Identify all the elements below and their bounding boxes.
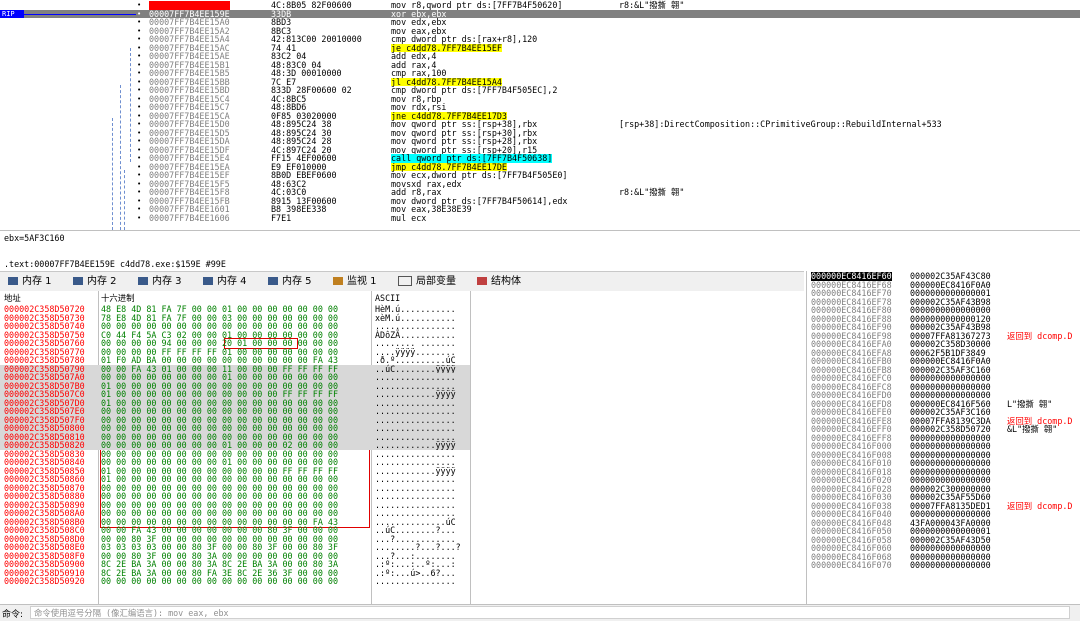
- info-register-line: ebx=5AF3C160: [4, 233, 65, 243]
- locals-icon: [398, 276, 412, 286]
- tab-4[interactable]: 内存 4: [203, 274, 247, 290]
- breakpoint-dot-icon[interactable]: •: [137, 197, 141, 206]
- struct-icon: [477, 277, 487, 285]
- tab-1[interactable]: 内存 1: [8, 274, 52, 290]
- breakpoint-dot-icon[interactable]: •: [137, 1, 141, 10]
- info-panel: ebx=5AF3C160 .text:00007FF7B4EE159E c4dd…: [0, 231, 1080, 271]
- breakpoint-dot-icon[interactable]: •: [137, 95, 141, 104]
- command-label: 命令:: [2, 610, 24, 620]
- tab-label: 内存 1: [22, 276, 52, 287]
- stack-comment: L"撥撕 翱": [1007, 398, 1053, 409]
- breakpoint-dot-icon[interactable]: •: [137, 214, 141, 223]
- tab-label: 内存 5: [282, 276, 312, 287]
- tab-label: 内存 3: [152, 276, 182, 287]
- rip-arrow: [24, 13, 136, 15]
- tab-label: 监视 1: [347, 276, 377, 287]
- disasm-comment: r8:&L"撥撕 翱": [619, 187, 685, 197]
- tab-label: 内存 4: [217, 276, 247, 287]
- tab-6[interactable]: 监视 1: [333, 274, 377, 290]
- breakpoint-dot-icon[interactable]: •: [137, 180, 141, 189]
- breakpoint-dot-icon[interactable]: •: [137, 103, 141, 112]
- breakpoint-dot-icon[interactable]: •: [137, 120, 141, 129]
- tab-5[interactable]: 内存 5: [268, 274, 312, 290]
- disasm-bytes: F7E1: [271, 212, 292, 223]
- jump-line: [120, 85, 122, 230]
- breakpoint-dot-icon[interactable]: •: [137, 188, 141, 197]
- disassembly-panel[interactable]: • 00007FF7B4EE1597 4C:8B05 82F00600 mov r8,…: [0, 0, 1080, 230]
- breakpoint-dot-icon[interactable]: •: [137, 129, 141, 138]
- tab-label: 局部变量: [416, 276, 456, 287]
- dump-address: 000002C358D50920: [4, 576, 85, 586]
- tab-8[interactable]: 结构体: [477, 274, 521, 290]
- stack-comment: 返回到 dcomp.D: [1007, 500, 1073, 511]
- breakpoint-dot-icon[interactable]: •: [137, 171, 141, 180]
- memory-icon: [268, 277, 278, 285]
- breakpoint-dot-icon[interactable]: •: [137, 35, 141, 44]
- jump-line: [112, 118, 114, 230]
- info-address-line: .text:00007FF7B4EE159E c4dd78.exe:$159E …: [4, 259, 226, 269]
- disasm-comment: [rsp+38]:DirectComposition::CPrimitiveGr…: [619, 119, 942, 129]
- memory-icon: [73, 277, 83, 285]
- command-bar: 命令: 命令使用逗号分隔 (像汇编语言): mov eax, ebx: [0, 604, 1080, 621]
- command-input[interactable]: 命令使用逗号分隔 (像汇编语言): mov eax, ebx: [30, 606, 1070, 619]
- watch-icon: [333, 277, 343, 285]
- breakpoint-dot-icon[interactable]: •: [137, 86, 141, 95]
- tab-2[interactable]: 内存 2: [73, 274, 117, 290]
- tab-label: 结构体: [491, 276, 521, 287]
- breakpoint-dot-icon[interactable]: •: [137, 205, 141, 214]
- dump-header-address: 地址: [4, 293, 21, 303]
- breakpoint-dot-icon[interactable]: •: [137, 146, 141, 155]
- breakpoint-dot-icon[interactable]: •: [137, 52, 141, 61]
- dump-header-ascii: ASCII: [375, 293, 401, 303]
- breakpoint-dot-icon[interactable]: •: [137, 44, 141, 53]
- breakpoint-dot-icon[interactable]: •: [137, 18, 141, 27]
- breakpoint-dot-icon[interactable]: •: [137, 78, 141, 87]
- breakpoint-dot-icon[interactable]: •: [137, 163, 141, 172]
- dump-tabs: 内存 1 内存 2 内存 3 内存 4 内存 5 监视 1 局部变量 结构体: [0, 271, 804, 293]
- stack-comment: &L"撥撕 翱": [1007, 424, 1058, 434]
- stack-address: 000000EC8416F070: [811, 560, 892, 570]
- memory-dump-panel[interactable]: 地址 十六进制 ASCII 000002C358D50720 48 E8 4D 8…: [0, 291, 804, 604]
- breakpoint-dot-icon[interactable]: •: [137, 10, 141, 19]
- breakpoint-dot-icon[interactable]: •: [137, 137, 141, 146]
- tab-7[interactable]: 局部变量: [398, 274, 456, 290]
- memory-icon: [8, 277, 18, 285]
- disasm-instruction: mul ecx: [391, 212, 427, 223]
- stack-value: 0000000000000000: [910, 560, 991, 570]
- disasm-row[interactable]: • 00007FF7B4EE1606 F7E1 mul ecx: [0, 212, 1080, 223]
- stack-row[interactable]: 000000EC8416F070 0000000000000000: [807, 561, 1080, 570]
- stack-panel[interactable]: 000000EC8416EF60 000002C35AF43C80 000000EC…: [806, 271, 1080, 604]
- memory-icon: [138, 277, 148, 285]
- column-divider: [470, 291, 471, 604]
- disasm-comment: r8:&L"撥撕 翱": [619, 0, 685, 10]
- dump-ascii: ................: [375, 576, 456, 586]
- breakpoint-dot-icon[interactable]: •: [137, 27, 141, 36]
- tab-3[interactable]: 内存 3: [138, 274, 182, 290]
- jump-line: [130, 48, 132, 162]
- breakpoint-dot-icon[interactable]: •: [137, 154, 141, 163]
- breakpoint-dot-icon[interactable]: •: [137, 69, 141, 78]
- rip-marker: RIP: [0, 10, 24, 18]
- jump-line: [124, 170, 126, 230]
- dump-row[interactable]: 000002C358D50920 00 00 00 00 00 00 00 00 …: [0, 577, 470, 586]
- dump-hex: 00 00 00 00 00 00 00 00 00 00 00 00 00 0…: [101, 576, 338, 586]
- disasm-address: 00007FF7B4EE1606: [149, 212, 230, 223]
- stack-comment: 返回到 dcomp.D: [1007, 330, 1073, 341]
- breakpoint-dot-icon[interactable]: •: [137, 61, 141, 70]
- breakpoint-dot-icon[interactable]: •: [137, 112, 141, 121]
- dump-header-hex: 十六进制: [101, 293, 135, 303]
- tab-label: 内存 2: [87, 276, 117, 287]
- memory-icon: [203, 277, 213, 285]
